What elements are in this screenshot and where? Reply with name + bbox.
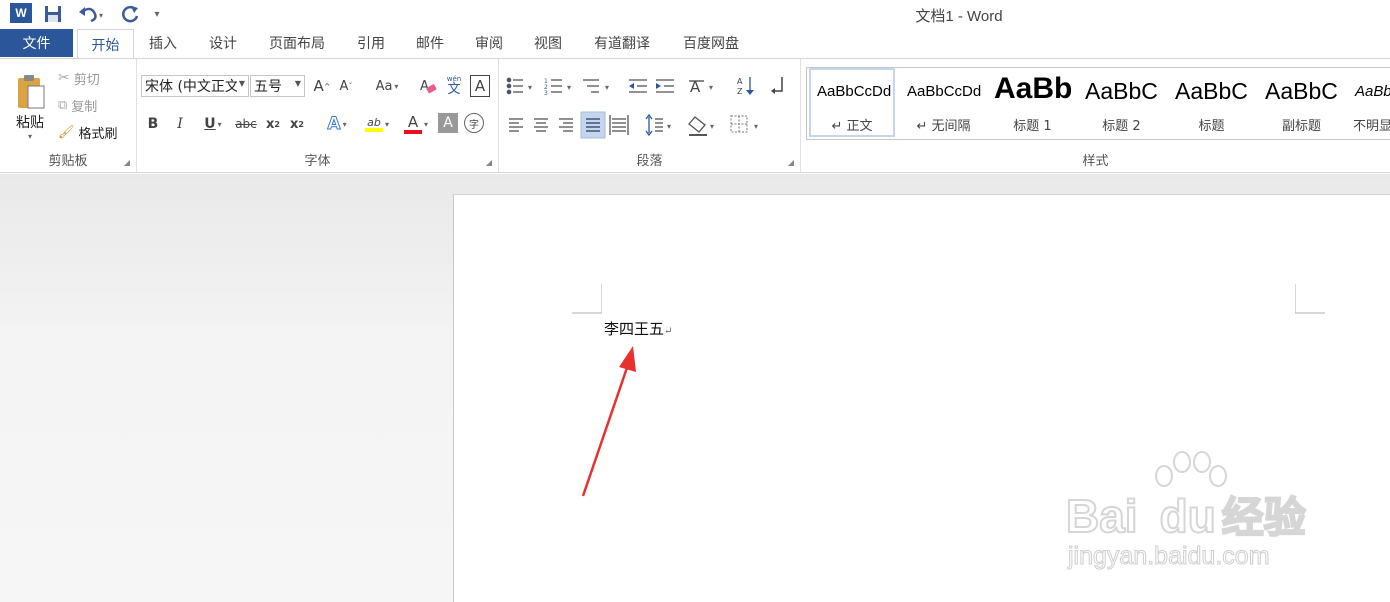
- chinese-layout-button[interactable]: [685, 73, 719, 99]
- align-right-button[interactable]: [555, 112, 579, 138]
- chevron-down-icon: ▼: [238, 79, 245, 88]
- text-effects-button[interactable]: A: [320, 113, 354, 135]
- style-no-spacing[interactable]: AaBbCcDd ↵ 无间隔: [899, 68, 988, 139]
- styles-gallery: AaBbCcDd ↵ 正文 AaBbCcDd ↵ 无间隔 AaBb 标题 1 A…: [806, 67, 1390, 140]
- superscript-button[interactable]: x2: [287, 113, 307, 135]
- phonetic-guide-button[interactable]: wén 文: [443, 73, 465, 99]
- watermark-cn: 经验: [1221, 492, 1307, 543]
- tab-baidu-netdisk[interactable]: 百度网盘: [673, 29, 749, 57]
- font-launcher-icon[interactable]: ◢: [486, 158, 492, 167]
- paragraph-group: ▾ 123 ▾ ▾ A ▾ A Z ▾ ▾ ▾ 段落 ◢: [499, 59, 801, 172]
- paragraph-launcher-icon[interactable]: ◢: [788, 158, 794, 167]
- tab-home[interactable]: 开始: [77, 29, 134, 59]
- baidu-jingyan-watermark: Bai du 经验 jingyan.baidu.com: [1065, 450, 1326, 571]
- justify-button[interactable]: [581, 112, 605, 138]
- line-spacing-button[interactable]: [641, 112, 677, 138]
- align-center-button[interactable]: [530, 112, 554, 138]
- tab-references[interactable]: 引用: [348, 29, 394, 57]
- font-group: 宋体 (中文正文)▼ 五号▼ A^ Aˇ Aa A wén 文 A B I U …: [137, 59, 499, 172]
- watermark-brand2: du: [1159, 489, 1217, 543]
- style-heading-1[interactable]: AaBb 标题 1: [988, 68, 1077, 139]
- svg-text:A: A: [420, 79, 429, 94]
- cut-button[interactable]: ✂ 剪切: [58, 67, 100, 89]
- distributed-button[interactable]: [607, 112, 631, 138]
- document-paragraph[interactable]: 李四王五↵: [604, 318, 672, 339]
- sort-button[interactable]: [733, 73, 757, 99]
- clear-formatting-icon[interactable]: A: [418, 75, 438, 97]
- style-title[interactable]: AaBbC 标题: [1167, 68, 1256, 139]
- align-left-button[interactable]: [505, 112, 529, 138]
- style-subtitle[interactable]: AaBbC 副标题: [1257, 68, 1346, 139]
- character-shading-button[interactable]: A: [438, 113, 458, 133]
- font-size-select[interactable]: 五号 ▼: [250, 75, 305, 97]
- highlight-button[interactable]: ab: [358, 111, 396, 137]
- style-heading-2[interactable]: AaBbC 标题 2: [1077, 68, 1166, 139]
- font-group-label: 字体: [304, 154, 331, 169]
- bullets-button[interactable]: [501, 73, 539, 99]
- italic-button[interactable]: I: [171, 113, 189, 135]
- clipboard-group-label: 剪贴板: [48, 154, 88, 169]
- margin-corner-top-left: [572, 284, 602, 314]
- watermark-url: jingyan.baidu.com: [1068, 542, 1271, 571]
- scissors-icon: ✂: [58, 70, 70, 86]
- enclose-characters-button[interactable]: 字: [464, 113, 484, 133]
- tab-page-layout[interactable]: 页面布局: [260, 29, 334, 57]
- tab-review[interactable]: 审阅: [466, 29, 512, 57]
- paste-icon: [18, 74, 45, 108]
- shrink-font-button[interactable]: Aˇ: [336, 75, 356, 97]
- borders-button[interactable]: [727, 112, 763, 138]
- watermark-brand: Bai: [1065, 489, 1139, 543]
- show-hide-marks-button[interactable]: [767, 73, 789, 99]
- grow-font-button[interactable]: A ^: [312, 75, 332, 97]
- change-case-button[interactable]: Aa: [369, 75, 405, 97]
- tab-view[interactable]: 视图: [525, 29, 571, 57]
- clipboard-launcher-icon[interactable]: ◢: [124, 158, 130, 167]
- copy-icon: ⧉: [58, 97, 68, 113]
- clipboard-group: 粘贴 ▾ ✂ 剪切 ⧉ 复制 🖌 格式刷 剪贴板 ◢: [0, 59, 137, 172]
- ribbon-tabs: 文件 开始 插入 设计 页面布局 引用 邮件 审阅 视图 有道翻译 百度网盘: [0, 28, 1390, 59]
- subscript-button[interactable]: x2: [263, 113, 283, 135]
- multilevel-list-button[interactable]: [579, 73, 615, 99]
- margin-corner-top-right: [1295, 284, 1325, 314]
- tab-mailings[interactable]: 邮件: [407, 29, 453, 57]
- shading-button[interactable]: [685, 112, 721, 138]
- bold-button[interactable]: B: [144, 113, 162, 135]
- character-border-button[interactable]: A: [470, 75, 490, 97]
- styles-group-label: 样式: [1082, 154, 1109, 169]
- font-color-button[interactable]: A: [398, 111, 434, 137]
- tab-design[interactable]: 设计: [200, 29, 246, 57]
- chevron-down-icon: ▼: [294, 79, 301, 88]
- paste-button[interactable]: 粘贴 ▾: [8, 65, 52, 147]
- paragraph-mark: ↵: [664, 326, 673, 337]
- numbering-button[interactable]: [539, 73, 575, 99]
- ribbon: 粘贴 ▾ ✂ 剪切 ⧉ 复制 🖌 格式刷 剪贴板 ◢ 宋体 (中文正文) ▼ 五号…: [0, 58, 1390, 173]
- style-normal[interactable]: AaBbCcDd ↵ 正文: [809, 68, 895, 137]
- document-area: 李四王五↵ Bai du 经验 jingyan.baidu.com: [0, 174, 1390, 602]
- copy-button[interactable]: ⧉ 复制: [58, 94, 97, 116]
- paragraph-group-label: 段落: [636, 154, 663, 169]
- decrease-indent-button[interactable]: [625, 73, 651, 99]
- document-text[interactable]: 李四王五: [604, 320, 664, 338]
- increase-indent-button[interactable]: [652, 73, 678, 99]
- style-subtle-emphasis[interactable]: AaBb 不明显: [1347, 68, 1390, 139]
- font-name-select[interactable]: 宋体 (中文正文) ▼: [141, 75, 249, 97]
- tab-file[interactable]: 文件: [0, 29, 73, 57]
- title-bar: W ▾ ▾ 文档1 - Word: [0, 0, 1390, 28]
- tab-youdao[interactable]: 有道翻译: [584, 29, 660, 57]
- tab-insert[interactable]: 插入: [140, 29, 186, 57]
- format-painter-icon: 🖌: [58, 124, 75, 140]
- underline-button[interactable]: U: [197, 113, 229, 135]
- format-painter-button[interactable]: 🖌 格式刷: [58, 121, 118, 143]
- red-arrow-annotation: [581, 346, 636, 497]
- strikethrough-button[interactable]: abc: [233, 113, 259, 135]
- window-title: 文档1 - Word: [915, 8, 1003, 25]
